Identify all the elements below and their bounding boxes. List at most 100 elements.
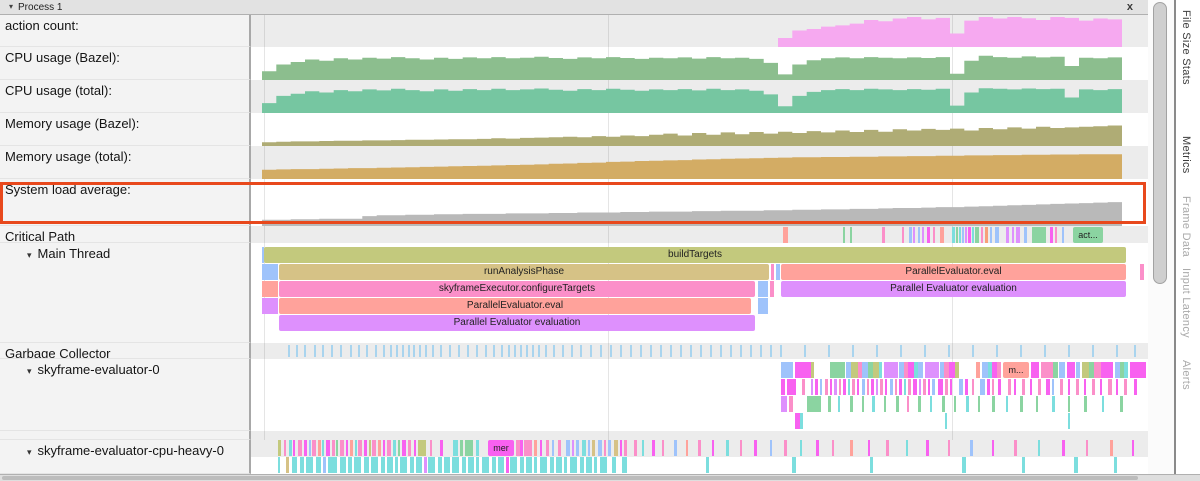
trace-slice[interactable]	[642, 440, 644, 456]
gc-event-tick[interactable]	[650, 345, 652, 357]
trace-slice[interactable]	[387, 440, 391, 456]
counter-chart-sysload[interactable]	[262, 179, 1122, 226]
trace-slice[interactable]	[340, 457, 346, 473]
trace-slice[interactable]	[674, 440, 677, 456]
trace-slice[interactable]	[795, 362, 811, 378]
trace-slice[interactable]	[925, 362, 939, 378]
trace-slice[interactable]	[580, 457, 584, 473]
trace-slice[interactable]	[564, 457, 567, 473]
side-tab-input-latency[interactable]: Input Latency	[1180, 268, 1192, 338]
trace-slice[interactable]	[906, 440, 908, 456]
trace-slice[interactable]	[1008, 379, 1011, 395]
trace-slice[interactable]	[1012, 227, 1014, 243]
trace-slice[interactable]	[1140, 264, 1144, 280]
trace-slice[interactable]	[1068, 396, 1070, 412]
trace-slice[interactable]	[886, 440, 889, 456]
trace-slice[interactable]	[758, 298, 768, 314]
trace-slice[interactable]	[918, 396, 921, 412]
trace-slice[interactable]	[586, 457, 592, 473]
gc-event-tick[interactable]	[358, 345, 360, 357]
track-canvas-cpu-total[interactable]	[251, 80, 1148, 113]
gc-event-tick[interactable]	[366, 345, 368, 357]
trace-slice[interactable]	[620, 440, 622, 456]
trace-slice[interactable]	[1084, 379, 1086, 395]
gc-event-tick[interactable]	[670, 345, 672, 357]
trace-slice[interactable]	[634, 440, 637, 456]
track-canvas-garbage-collector[interactable]	[251, 343, 1148, 359]
trace-slice[interactable]	[913, 227, 915, 243]
counter-chart-cpu-total[interactable]	[262, 80, 1122, 113]
track-canvas-skyframe-evaluator-cpu-heavy-0[interactable]: mer	[251, 440, 1148, 474]
gc-event-tick[interactable]	[402, 345, 404, 357]
trace-slice[interactable]	[807, 396, 821, 412]
trace-slice[interactable]	[948, 440, 950, 456]
trace-slice[interactable]	[612, 457, 616, 473]
trace-slice[interactable]	[933, 227, 935, 243]
trace-slice[interactable]	[566, 440, 570, 456]
trace-slice[interactable]	[393, 440, 396, 456]
trace-slice[interactable]	[1108, 379, 1112, 395]
gc-event-tick[interactable]	[660, 345, 662, 357]
trace-slice-labeled[interactable]: Parallel Evaluator evaluation	[279, 315, 755, 331]
trace-slice[interactable]	[506, 457, 509, 473]
trace-slice[interactable]	[558, 440, 561, 456]
collapse-thread-icon[interactable]: ▾	[27, 447, 32, 458]
trace-slice[interactable]	[885, 379, 887, 395]
gc-event-tick[interactable]	[610, 345, 612, 357]
trace-slice[interactable]	[870, 457, 873, 473]
trace-slice[interactable]	[890, 379, 893, 395]
trace-slice[interactable]	[355, 440, 357, 456]
trace-slice[interactable]	[440, 440, 443, 456]
trace-slice[interactable]	[556, 457, 562, 473]
trace-slice[interactable]	[876, 379, 878, 395]
trace-slice[interactable]	[1014, 440, 1017, 456]
trace-slice-labeled[interactable]: Parallel Evaluator evaluation	[781, 281, 1126, 297]
trace-slice[interactable]	[1067, 362, 1075, 378]
trace-slice[interactable]	[1076, 362, 1080, 378]
trace-slice[interactable]	[928, 379, 930, 395]
trace-slice[interactable]	[1022, 379, 1025, 395]
trace-slice[interactable]	[414, 440, 416, 456]
trace-slice[interactable]	[867, 379, 869, 395]
trace-slice[interactable]	[781, 379, 785, 395]
trace-slice[interactable]	[1060, 379, 1063, 395]
gc-event-tick[interactable]	[828, 345, 830, 357]
trace-slice[interactable]	[857, 379, 859, 395]
trace-slice[interactable]	[322, 440, 324, 456]
trace-slice[interactable]	[927, 227, 930, 243]
trace-slice[interactable]	[945, 379, 948, 395]
trace-slice[interactable]	[284, 440, 286, 456]
track-canvas-skyframe-evaluator-0[interactable]: m...	[251, 359, 1148, 431]
trace-slice[interactable]	[604, 440, 606, 456]
gc-event-tick[interactable]	[322, 345, 324, 357]
trace-slice[interactable]	[387, 457, 393, 473]
trace-slice[interactable]	[624, 440, 627, 456]
trace-slice[interactable]	[787, 379, 796, 395]
trace-slice[interactable]	[395, 457, 398, 473]
gc-event-tick[interactable]	[750, 345, 752, 357]
trace-slice[interactable]	[952, 227, 955, 243]
trace-slice[interactable]	[913, 379, 917, 395]
trace-slice[interactable]	[570, 457, 577, 473]
gc-event-tick[interactable]	[562, 345, 564, 357]
collapse-process-icon[interactable]: ▾	[9, 0, 13, 14]
trace-slice[interactable]	[492, 457, 496, 473]
trace-slice[interactable]	[851, 362, 858, 378]
counter-chart-cpu-bazel[interactable]	[262, 47, 1122, 80]
trace-slice[interactable]	[862, 396, 864, 412]
trace-slice[interactable]	[784, 440, 787, 456]
trace-slice[interactable]	[1074, 457, 1078, 473]
trace-slice[interactable]	[1030, 379, 1032, 395]
trace-slice[interactable]	[534, 440, 537, 456]
trace-slice-labeled[interactable]: mer	[488, 440, 514, 456]
trace-slice-labeled[interactable]: ParallelEvaluator.eval	[279, 298, 751, 314]
trace-slice[interactable]	[614, 440, 618, 456]
gc-event-tick[interactable]	[350, 345, 352, 357]
trace-slice[interactable]	[662, 440, 664, 456]
gc-event-tick[interactable]	[538, 345, 540, 357]
trace-slice[interactable]	[293, 440, 295, 456]
track-canvas-sysload[interactable]	[251, 179, 1148, 226]
trace-slice[interactable]	[871, 379, 874, 395]
trace-slice[interactable]	[879, 362, 882, 378]
trace-slice[interactable]	[262, 264, 278, 280]
